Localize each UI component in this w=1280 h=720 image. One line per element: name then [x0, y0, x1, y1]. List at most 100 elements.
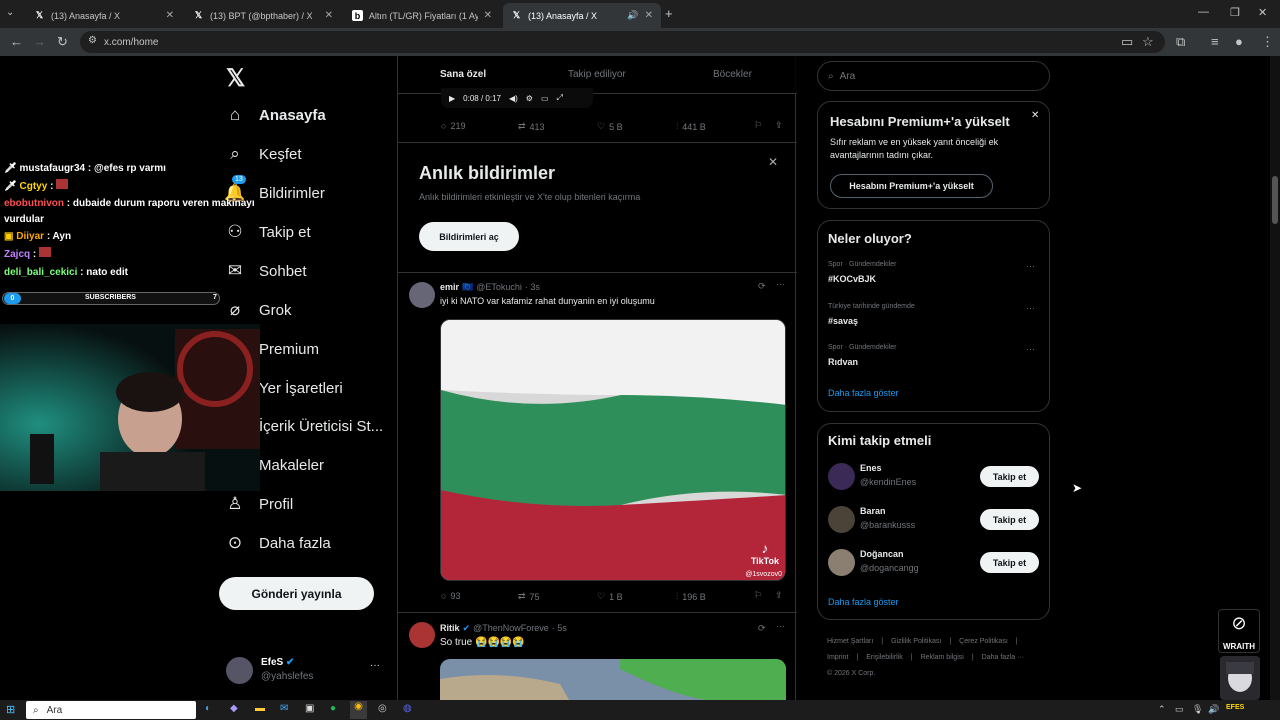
footer-link[interactable]: Imprint [827, 650, 848, 666]
close-icon[interactable]: ✕ [1031, 110, 1039, 121]
avatar[interactable] [828, 463, 855, 490]
extensions-icon[interactable]: ⧉ [1176, 34, 1185, 50]
repost-stat[interactable]: ⇄ 75 [518, 591, 540, 602]
spotify-icon[interactable]: ● [330, 703, 336, 714]
tab-bugs[interactable]: Böcekler [713, 69, 752, 80]
tray-expand-icon[interactable]: ⌃ [1158, 704, 1166, 715]
pip-icon[interactable]: ▭ [541, 94, 549, 103]
close-window-icon[interactable]: ✕ [1258, 6, 1267, 19]
reply-stat[interactable]: ○ 219 [441, 121, 465, 131]
restore-icon[interactable]: ❐ [1230, 6, 1240, 19]
follow-suggestion[interactable]: Enes @kendinEnes Takip et [818, 458, 1049, 500]
discord-icon[interactable]: ◍ [403, 703, 412, 714]
url-field[interactable]: ⚙ x.com/home [80, 31, 1165, 53]
tweet-image[interactable] [440, 659, 786, 700]
follow-button[interactable]: Takip et [980, 509, 1039, 530]
back-icon[interactable]: ← [10, 34, 23, 49]
tweet[interactable]: Ritik ✔ @ThenNowForeve · 5s ⟳ ··· So tru… [398, 613, 797, 700]
account-more-icon[interactable]: ··· [370, 660, 380, 671]
microphone-icon[interactable]: 🎙 [1192, 704, 1203, 715]
tab-search-icon[interactable]: ⌄ [6, 7, 14, 18]
avatar[interactable] [828, 506, 855, 533]
avatar[interactable] [828, 549, 855, 576]
browser-tab[interactable]: b Altın (TL/GR) Fiyatları (1 Ay) - A ✕ [344, 3, 500, 28]
author-name[interactable]: emir [440, 282, 459, 293]
avatar[interactable] [409, 282, 435, 308]
share-icon[interactable]: ⇪ [775, 590, 783, 601]
follow-suggestion[interactable]: Doğancan @dogancangg Takip et [818, 544, 1049, 586]
follow-suggestion[interactable]: Baran @barankusss Takip et [818, 501, 1049, 543]
footer-link[interactable]: Çerez Politikası [959, 634, 1008, 650]
volume-icon[interactable]: ◀) [509, 94, 518, 103]
explorer-icon[interactable]: ▬ [255, 703, 265, 714]
play-icon[interactable]: ▶ [449, 94, 455, 103]
close-tab-icon[interactable]: ✕ [645, 10, 653, 21]
reload-icon[interactable]: ↻ [57, 34, 68, 50]
like-stat[interactable]: ♡ 5 B [597, 121, 623, 132]
tray-app-icon[interactable]: ▭ [1175, 704, 1184, 715]
browser-tab[interactable]: 𝕏 (13) BPT (@bpthaber) / X ✕ [185, 3, 341, 28]
tweet-video[interactable]: ♪ TikTok @1svozov0 [440, 319, 786, 581]
trends-show-more-link[interactable]: Daha fazla göster [828, 388, 899, 398]
views-stat[interactable]: ⫶ 441 B [676, 121, 706, 132]
more-icon[interactable]: ··· [776, 279, 785, 289]
minimize-icon[interactable]: — [1198, 6, 1209, 18]
follow-button[interactable]: Takip et [980, 552, 1039, 573]
more-icon[interactable]: ··· [1026, 261, 1035, 271]
close-tab-icon[interactable]: ✕ [166, 10, 174, 21]
follow-button[interactable]: Takip et [980, 466, 1039, 487]
obs-icon[interactable]: ◎ [378, 703, 387, 714]
like-stat[interactable]: ♡ 1 B [597, 591, 623, 602]
footer-link[interactable]: Reklam bilgisi [921, 650, 964, 666]
outlook-icon[interactable]: ✉ [280, 703, 288, 714]
media-controls-icon[interactable]: ≡ [1211, 34, 1219, 49]
browser-tab[interactable]: 𝕏 (13) Anasayfa / X ✕ [26, 3, 182, 28]
close-tab-icon[interactable]: ✕ [484, 10, 492, 21]
nav-item-profile[interactable]: ♙ Profil [225, 494, 293, 514]
nav-item-home[interactable]: ⌂ Anasayfa [225, 105, 326, 125]
tweet[interactable]: emir 🇪🇺 @ETokuchi · 3s ⟳ ··· iyi ki NATO… [398, 273, 797, 613]
grok-icon[interactable]: ⟳ [758, 281, 766, 292]
volume-icon[interactable]: 🔊 [1208, 704, 1219, 715]
post-button[interactable]: Gönderi yayınla [219, 577, 374, 610]
new-tab-icon[interactable]: + [665, 6, 673, 21]
premium-upgrade-button[interactable]: Hesabını Premium+'a yükselt [830, 174, 993, 198]
author-name[interactable]: Ritik [440, 623, 460, 634]
tab-for-you[interactable]: Sana özel [440, 69, 486, 80]
enable-notifications-button[interactable]: Bildirimleri aç [419, 222, 519, 251]
forward-icon[interactable]: → [33, 34, 46, 49]
profile-icon[interactable]: ● [1235, 34, 1243, 49]
close-tab-icon[interactable]: ✕ [325, 10, 333, 21]
x-logo-icon[interactable]: 𝕏 [226, 64, 245, 93]
scrollbar[interactable] [1270, 56, 1280, 700]
nav-item-more[interactable]: ⊙ Daha fazla [225, 533, 331, 553]
chrome-icon[interactable]: ◉ [350, 701, 367, 719]
bookmark-icon[interactable]: ⚐ [754, 590, 762, 601]
footer-link[interactable]: Hizmet Şartları [827, 634, 873, 650]
trend-item[interactable]: Türkiye tarihinde gündemde #savaş ··· [818, 299, 1049, 339]
footer-link[interactable]: Daha fazla ··· [982, 650, 1024, 666]
bookmark-icon[interactable]: ⚐ [754, 120, 762, 131]
app-icon[interactable]: ◆ [230, 703, 238, 714]
scrollbar-thumb[interactable] [1272, 176, 1278, 224]
speaker-icon[interactable]: 🔊 [627, 10, 638, 21]
search-field[interactable]: ⌕ Ara [817, 61, 1050, 91]
more-icon[interactable]: ··· [1026, 344, 1035, 354]
avatar[interactable] [409, 622, 435, 648]
windows-start-icon[interactable]: ⊞ [6, 703, 15, 716]
site-info-icon[interactable]: ⚙ [88, 35, 97, 46]
share-icon[interactable]: ⇪ [775, 120, 783, 131]
settings-icon[interactable]: ⚙ [526, 94, 533, 103]
account-switcher[interactable]: EfeS ✔ @yahslefes ··· [226, 656, 386, 686]
trend-item[interactable]: Spor · Gündemdekiler Rıdvan ··· [818, 340, 1049, 380]
taskbar-search[interactable]: ⌕ Ara [26, 701, 196, 719]
grok-icon[interactable]: ⟳ [758, 623, 766, 634]
fullscreen-icon[interactable]: ⤢ [557, 93, 563, 103]
tab-following[interactable]: Takip ediliyor [568, 69, 626, 80]
nav-item-grok[interactable]: ⌀ Grok [225, 300, 292, 320]
reply-stat[interactable]: ○ 93 [441, 591, 460, 601]
footer-link[interactable]: Erişilebilirlik [866, 650, 903, 666]
repost-stat[interactable]: ⇄ 413 [518, 121, 545, 132]
menu-icon[interactable]: ⋮ [1261, 34, 1274, 50]
trend-item[interactable]: Spor · Gündemdekiler #KOCvBJK ··· [818, 257, 1049, 297]
